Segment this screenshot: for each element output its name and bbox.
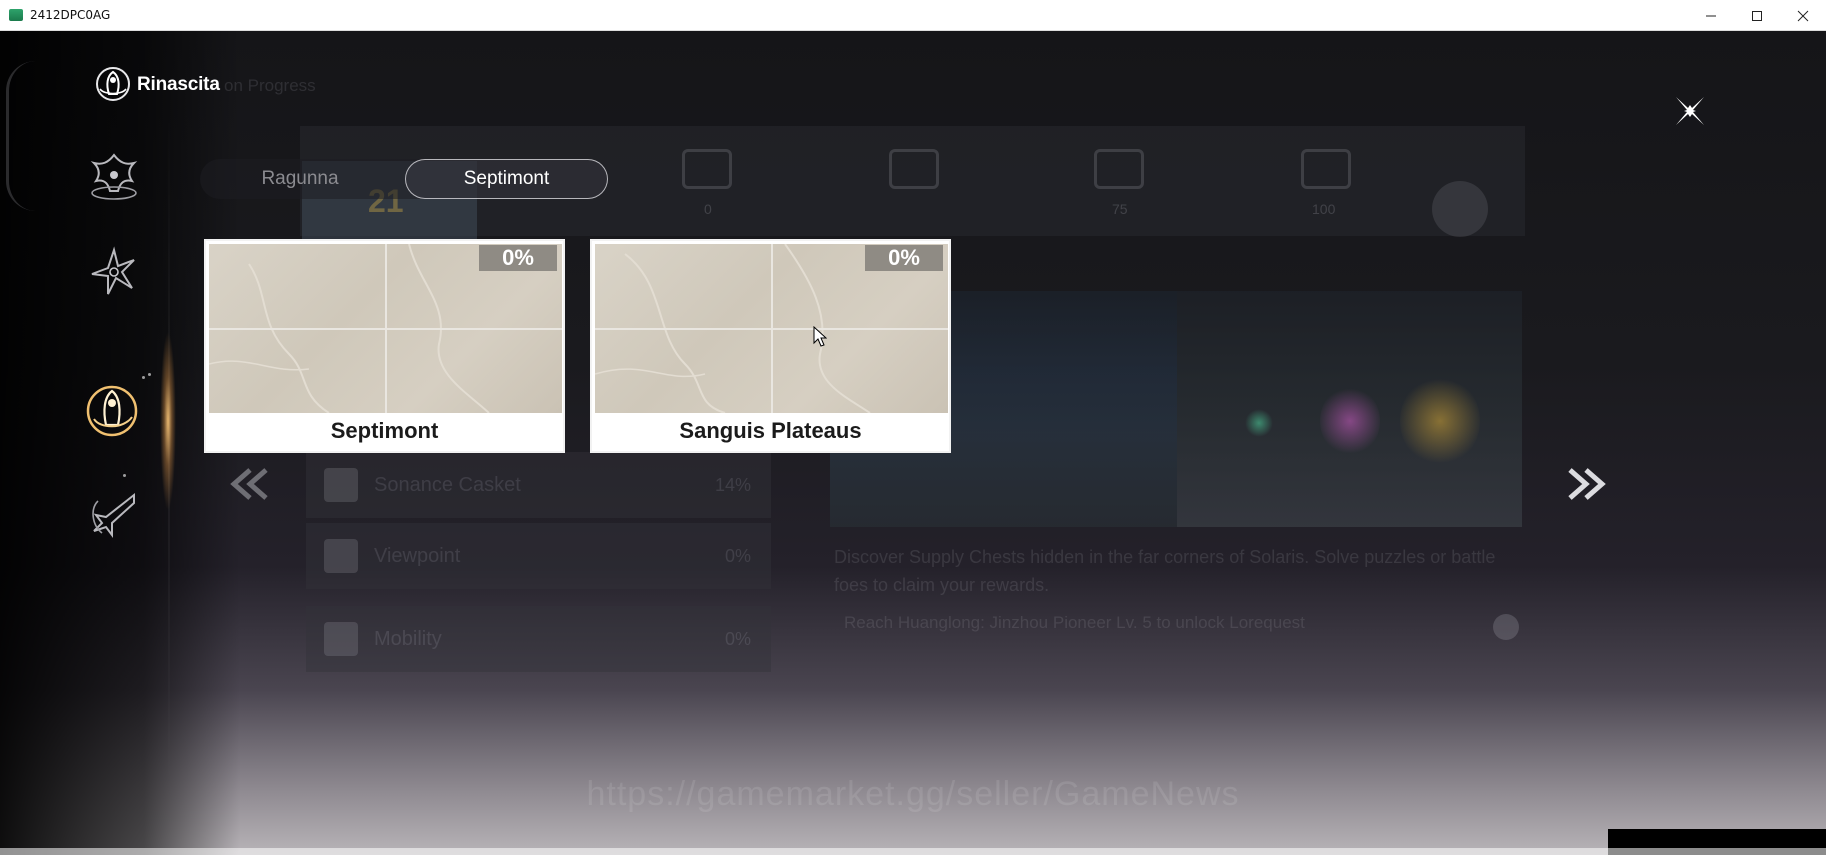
close-icon: [1676, 97, 1704, 125]
bg-description: Discover Supply Chests hidden in the far…: [834, 547, 1496, 595]
bg-list-item: Mobility 0%: [306, 606, 771, 672]
bg-chest-value: 0: [704, 201, 712, 217]
card-title: Sanguis Plateaus: [679, 418, 862, 443]
bg-chest-icon: [1301, 149, 1351, 189]
app-icon: [9, 9, 23, 21]
window-close-button[interactable]: [1780, 0, 1826, 31]
decorative-arc: [6, 61, 36, 211]
region-name: Rinascita: [137, 74, 220, 95]
bg-glow: [1400, 376, 1480, 466]
watermark-text: https://gamemarket.gg/seller/GameNews: [586, 775, 1240, 813]
map-grid-line: [595, 327, 948, 330]
viewpoint-icon: [324, 539, 358, 573]
maximize-icon: [1752, 10, 1762, 21]
bg-list-value: 0%: [724, 628, 751, 649]
sidebar-item-blade[interactable]: [84, 487, 144, 543]
decorative-sparkle: [123, 474, 126, 477]
game-viewport: 21 0 75 100 Sonance Casket 14% Viewpoint…: [0, 31, 1826, 855]
tab-ragunna[interactable]: Ragunna: [200, 159, 400, 199]
progress-badge: 0%: [865, 245, 943, 271]
bg-hint: Reach Huanglong: Jinzhou Pioneer Lv. 5 t…: [844, 613, 1305, 632]
minimize-button[interactable]: [1688, 0, 1734, 31]
bg-header-text: on Progress: [224, 76, 316, 95]
window-close-icon: [1797, 10, 1809, 21]
map-card-sanguis-plateaus[interactable]: 0% Sanguis Plateaus: [590, 239, 951, 453]
window-controls: [1688, 0, 1826, 31]
bg-list-item: Sonance Casket 14%: [306, 452, 771, 518]
bg-list-value: 0%: [724, 545, 751, 566]
progress-badge: 0%: [479, 245, 557, 271]
bottom-strip: [0, 848, 1826, 855]
echo-creature-icon: [90, 153, 138, 200]
tab-septimont[interactable]: Septimont: [405, 159, 608, 199]
sidebar-item-rinascita[interactable]: [84, 383, 144, 439]
bg-list-label: Mobility: [374, 627, 442, 650]
casket-icon: [324, 468, 358, 502]
map-grid-line: [209, 327, 562, 330]
double-chevron-left-icon: [230, 468, 268, 500]
bg-chest-icon: [1094, 149, 1144, 189]
active-indicator-glow: [160, 331, 176, 511]
info-icon: [1493, 614, 1519, 640]
minimize-icon: [1706, 15, 1716, 16]
sidebar-item-echo[interactable]: [84, 149, 144, 205]
mobility-icon: [324, 622, 358, 656]
bg-list-item: Viewpoint 0%: [306, 523, 771, 589]
close-button[interactable]: [1670, 91, 1710, 131]
maximize-button[interactable]: [1734, 0, 1780, 31]
star-burst-icon: [91, 246, 135, 295]
map-card-septimont[interactable]: 0% Septimont: [204, 239, 565, 453]
bg-glow: [1245, 409, 1273, 437]
decorative-sparkle: [142, 376, 145, 379]
bg-list-label: Sonance Casket: [374, 473, 521, 496]
decorative-sparkle: [148, 373, 151, 376]
window-title: 2412DPC0AG: [30, 8, 111, 22]
double-chevron-right-icon: [1568, 468, 1606, 500]
region-emblem-icon: [96, 67, 130, 101]
bg-chest-icon: [682, 149, 732, 189]
bg-glow: [1320, 386, 1380, 456]
bg-list-value: 14%: [714, 474, 751, 495]
bg-list-label: Viewpoint: [374, 544, 461, 567]
sidebar-item-star[interactable]: [84, 244, 144, 300]
prev-arrow-button[interactable]: [226, 459, 276, 509]
bg-chest-value: 100: [1312, 201, 1336, 217]
mouse-cursor-icon: [813, 326, 827, 347]
bg-chest-value: 75: [1112, 201, 1128, 217]
region-emblem-active-icon: [86, 385, 138, 437]
bg-badge-icon: [1432, 181, 1488, 237]
window-titlebar: 2412DPC0AG: [0, 0, 1826, 31]
blade-emblem-icon: [92, 492, 135, 538]
bg-chest-icon: [889, 149, 939, 189]
region-tabs: Ragunna Septimont: [200, 159, 608, 199]
card-title: Septimont: [330, 418, 439, 443]
next-arrow-button[interactable]: [1560, 459, 1610, 509]
